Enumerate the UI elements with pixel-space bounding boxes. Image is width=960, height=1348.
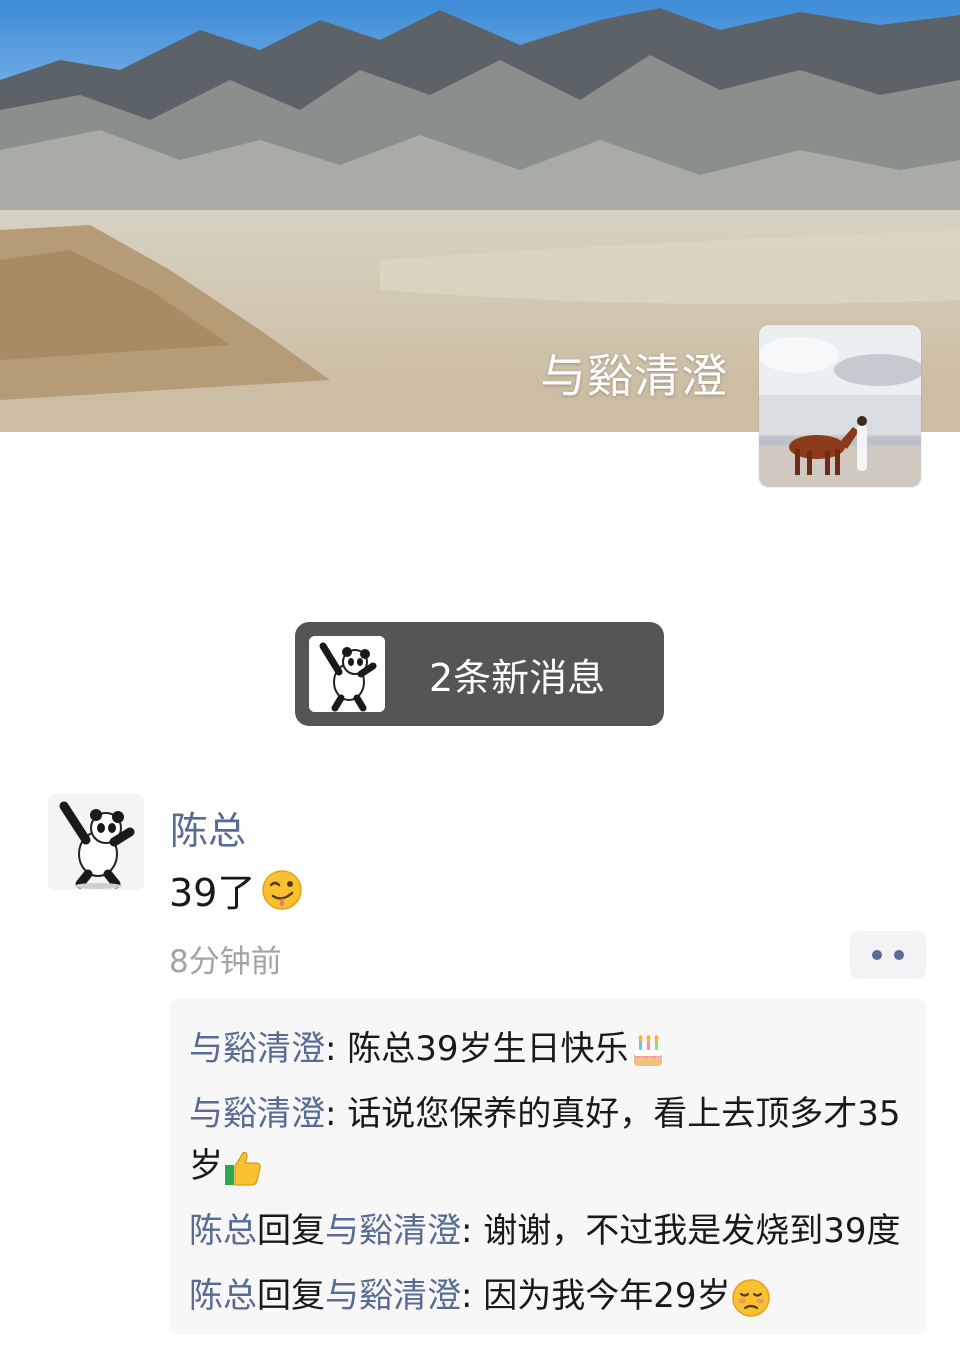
reply-target-user[interactable]: 与谿清澄 bbox=[325, 1276, 461, 1316]
dot-icon bbox=[872, 950, 882, 960]
comment-item[interactable]: 陈总回复与谿清澄: 因为我今年29岁 bbox=[189, 1270, 926, 1322]
profile-avatar[interactable] bbox=[759, 325, 921, 487]
dot-icon bbox=[894, 950, 904, 960]
post-text: 39了 bbox=[169, 871, 256, 915]
comment-text: 陈总39岁生日快乐 bbox=[347, 1029, 629, 1069]
post-author-avatar[interactable] bbox=[48, 794, 144, 890]
comment-item[interactable]: 与谿清澄: 陈总39岁生日快乐 bbox=[189, 1023, 926, 1075]
more-actions-button[interactable] bbox=[850, 931, 926, 979]
comment-item[interactable]: 陈总回复与谿清澄: 谢谢，不过我是发烧到39度 bbox=[189, 1205, 926, 1257]
post-content: 39了 bbox=[169, 862, 303, 917]
comments-section: 与谿清澄: 陈总39岁生日快乐 与谿清澄: 话说您保养的真好，看上去顶多才35岁… bbox=[169, 999, 926, 1335]
reply-word: 回复 bbox=[257, 1211, 325, 1251]
panda-avatar-icon bbox=[309, 636, 385, 712]
birthday-cake-icon bbox=[629, 1032, 667, 1070]
comment-user[interactable]: 陈总 bbox=[189, 1276, 257, 1316]
separator: : bbox=[325, 1029, 348, 1069]
comment-user[interactable]: 与谿清澄 bbox=[189, 1029, 325, 1069]
comment-text: 因为我今年29岁 bbox=[483, 1276, 731, 1316]
thumbs-up-icon bbox=[223, 1149, 263, 1187]
comment-user[interactable]: 与谿清澄 bbox=[189, 1094, 325, 1134]
comment-user[interactable]: 陈总 bbox=[189, 1211, 257, 1251]
new-messages-banner[interactable]: 2条新消息 bbox=[295, 622, 664, 726]
post-timestamp: 8分钟前 bbox=[169, 944, 282, 980]
comment-text: 谢谢，不过我是发烧到39度 bbox=[483, 1211, 901, 1251]
new-messages-label: 2条新消息 bbox=[429, 655, 606, 700]
feverish-face-icon bbox=[731, 1278, 771, 1318]
separator: : bbox=[461, 1211, 484, 1251]
reply-word: 回复 bbox=[257, 1276, 325, 1316]
reply-target-user[interactable]: 与谿清澄 bbox=[325, 1211, 461, 1251]
post-author-name[interactable]: 陈总 bbox=[170, 800, 246, 855]
separator: : bbox=[461, 1276, 484, 1316]
profile-nickname[interactable]: 与谿清澄 bbox=[540, 340, 728, 406]
drooling-face-emoji-icon bbox=[261, 869, 303, 911]
comment-item[interactable]: 与谿清澄: 话说您保养的真好，看上去顶多才35岁 bbox=[189, 1088, 926, 1192]
separator: : bbox=[325, 1094, 348, 1134]
